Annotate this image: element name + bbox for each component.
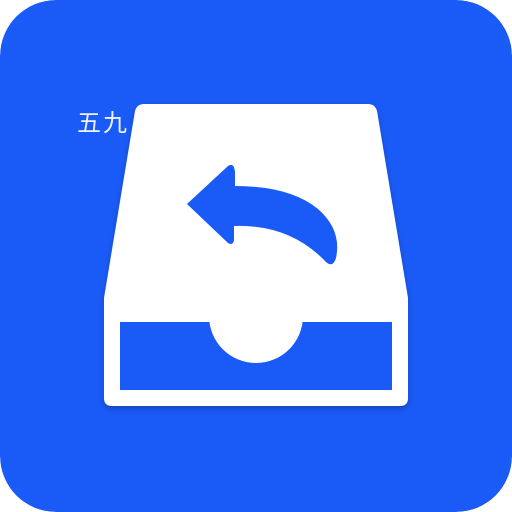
inbox-return-icon [0, 0, 512, 512]
tray-circle [209, 269, 303, 363]
app-icon [0, 0, 512, 512]
watermark-text: 五九 [77, 109, 129, 137]
